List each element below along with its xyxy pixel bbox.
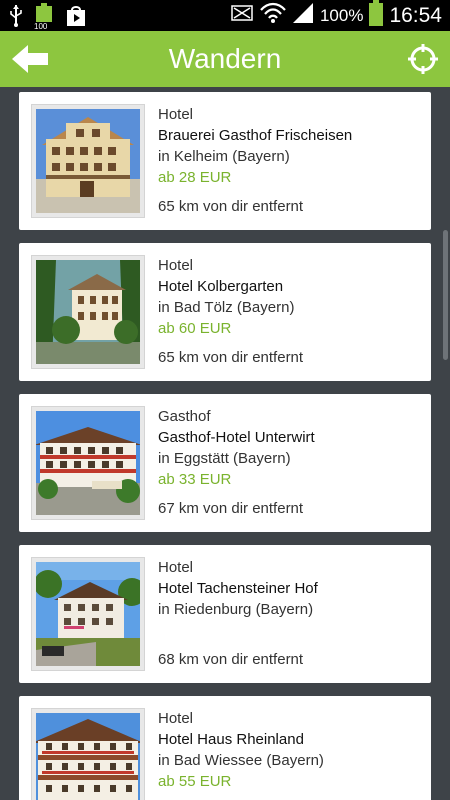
battery-icon	[369, 0, 384, 31]
hotel-price: ab 60 EUR	[158, 320, 232, 337]
hotel-name: Brauerei Gasthof Frischeisen	[158, 127, 353, 144]
hotel-card[interactable]: Gasthof Gasthof-Hotel Unterwirt in Eggst…	[19, 394, 431, 532]
mute-icon	[230, 3, 254, 28]
app-header: Wandern	[0, 31, 450, 87]
hotel-card[interactable]: Hotel Hotel Tachensteiner Hof in Riedenb…	[19, 545, 431, 683]
hotel-photo	[31, 255, 145, 369]
page-title: Wandern	[168, 43, 282, 74]
hotel-card[interactable]: Hotel Hotel Haus Rheinland in Bad Wiesse…	[19, 696, 431, 800]
back-button[interactable]	[10, 41, 52, 77]
wifi-icon	[260, 2, 286, 29]
hotel-photo	[31, 104, 145, 218]
hotel-location: in Bad Wiessee (Bayern)	[158, 752, 324, 769]
hotel-type: Hotel	[158, 710, 194, 727]
hotel-location: in Eggstätt (Bayern)	[158, 450, 291, 467]
scrollbar[interactable]	[443, 230, 448, 360]
hotel-price: ab 28 EUR	[158, 169, 232, 186]
hotel-type: Gasthof	[158, 408, 211, 425]
hotel-price: ab 33 EUR	[158, 471, 232, 488]
battery-percent: 100%	[319, 5, 364, 25]
hotel-card[interactable]: Hotel Brauerei Gasthof Frischeisen in Ke…	[19, 92, 431, 230]
hotel-distance: 68 km von dir entfernt	[158, 651, 304, 668]
clock: 16:54	[389, 3, 442, 27]
hotel-name: Hotel Tachensteiner Hof	[158, 580, 318, 597]
hotel-price: ab 55 EUR	[158, 773, 232, 790]
svg-text:100: 100	[34, 22, 48, 29]
hotel-distance: 67 km von dir entfernt	[158, 500, 304, 517]
hotel-photo	[31, 557, 145, 671]
arrow-left-icon	[12, 45, 48, 73]
hotel-location: in Kelheim (Bayern)	[158, 148, 290, 165]
hotel-price	[158, 620, 423, 641]
crosshair-icon	[408, 44, 438, 74]
locate-button[interactable]	[408, 44, 438, 74]
hotel-name: Hotel Haus Rheinland	[158, 731, 304, 748]
hotel-distance: 65 km von dir entfernt	[158, 349, 304, 366]
battery-small-icon: 100	[34, 3, 54, 34]
hotel-photo	[31, 708, 145, 800]
hotel-type: Hotel	[158, 559, 194, 576]
hotel-type: Hotel	[158, 257, 194, 274]
hotel-location: in Riedenburg (Bayern)	[158, 601, 314, 618]
hotel-distance: 65 km von dir entfernt	[158, 198, 304, 215]
usb-icon	[8, 4, 24, 33]
hotel-location: in Bad Tölz (Bayern)	[158, 299, 295, 316]
hotel-card[interactable]: Hotel Hotel Kolbergarten in Bad Tölz (Ba…	[19, 243, 431, 381]
hotel-name: Hotel Kolbergarten	[158, 278, 284, 295]
status-bar: 100 100% 16:54	[0, 0, 450, 31]
play-store-icon	[64, 4, 88, 33]
hotel-type: Hotel	[158, 106, 194, 123]
hotel-photo	[31, 406, 145, 520]
hotel-name: Gasthof-Hotel Unterwirt	[158, 429, 315, 446]
signal-icon	[292, 2, 314, 29]
hotel-list[interactable]: Hotel Brauerei Gasthof Frischeisen in Ke…	[0, 87, 450, 800]
